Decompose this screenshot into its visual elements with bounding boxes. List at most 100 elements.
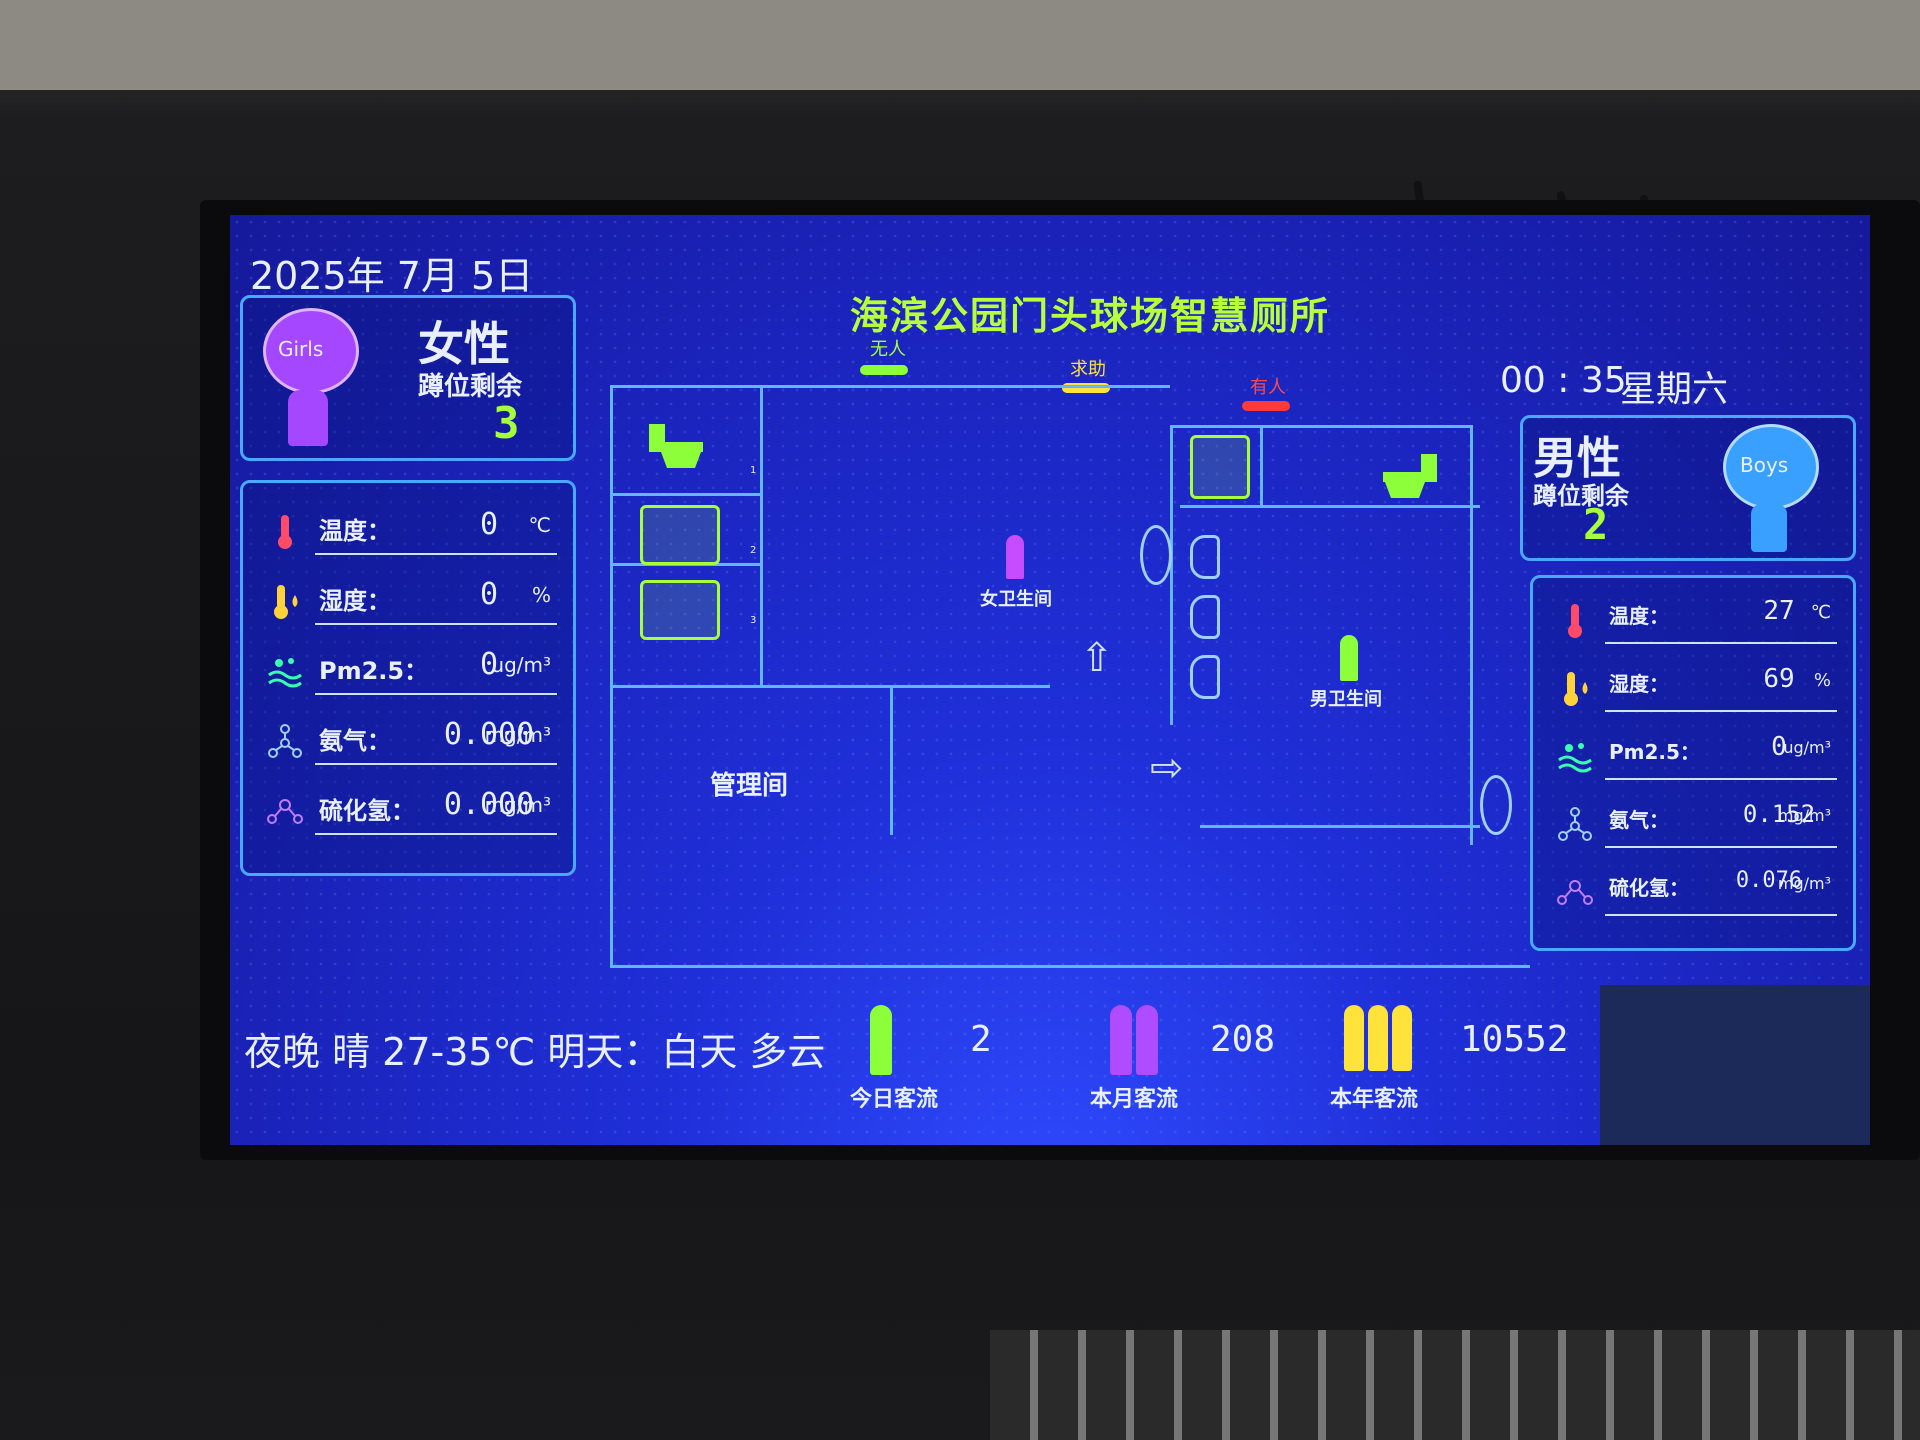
- flow-month-value: 208: [1210, 1019, 1276, 1060]
- girl-figure-icon: [288, 390, 328, 446]
- radiator-grille: [990, 1330, 1920, 1440]
- flow-year-value: 10552: [1460, 1019, 1569, 1060]
- legend-help-label: 求助: [1070, 359, 1106, 380]
- female-squat-toilet-3: [640, 580, 720, 640]
- group-icon-b: [1368, 1005, 1388, 1071]
- male-metric-temperature: 温度： 27 ℃: [1549, 592, 1837, 648]
- admin-room-label: 管理间: [710, 771, 789, 801]
- weather-ticker: 夜晚 晴 27-35℃ 明天：白天 多云: [244, 1030, 826, 1074]
- weekday-label: 星期六: [1620, 369, 1729, 410]
- metric-unit: ℃: [1810, 602, 1831, 623]
- metric-unit: mg/m³: [484, 723, 551, 747]
- boys-avatar: Boys: [1723, 424, 1819, 510]
- female-metric-pm25: Pm2.5： 0 ug/m³: [259, 643, 557, 699]
- arrow-right-icon: ⇨: [1150, 745, 1184, 791]
- two-people-icon-b: [1136, 1005, 1158, 1075]
- metric-label: 氨气：: [1609, 808, 1669, 832]
- female-metric-humidity: 湿度： 0 %: [259, 573, 557, 629]
- blank-panel: [1600, 985, 1870, 1145]
- female-toilet-1: [640, 415, 720, 475]
- plan-wall: [610, 385, 1170, 388]
- h2s-icon: [1555, 872, 1595, 912]
- metric-label: Pm2.5：: [1609, 740, 1700, 764]
- flow-month-label: 本月客流: [1090, 1087, 1179, 1112]
- metric-underline: [315, 833, 557, 835]
- flow-year: 10552 本年客流: [1330, 995, 1590, 1115]
- two-people-icon: [1110, 1005, 1132, 1075]
- metric-label: 硫化氢：: [319, 797, 415, 825]
- thermometer-icon: [1555, 600, 1595, 640]
- metric-unit: %: [1813, 670, 1831, 691]
- metric-underline: [1605, 710, 1837, 712]
- metric-label: 湿度：: [1609, 672, 1669, 696]
- plan-wall: [1470, 425, 1473, 845]
- flow-today: 2 今日客流: [850, 995, 1090, 1115]
- metric-label: Pm2.5：: [319, 657, 429, 685]
- legend-free-label: 无人: [870, 339, 906, 360]
- metric-underline: [315, 623, 557, 625]
- flow-today-label: 今日客流: [850, 1087, 939, 1112]
- plan-wall: [890, 685, 893, 835]
- metric-underline: [315, 553, 557, 555]
- plan-wall: [1170, 425, 1173, 725]
- male-metric-ammonia: 氨气： 0.152 mg/m³: [1549, 796, 1837, 852]
- metric-underline: [1605, 846, 1837, 848]
- girls-avatar: Girls: [263, 308, 359, 394]
- weather-ticker-box: 夜晚 晴 27-35℃ 明天：白天 多云: [230, 1015, 840, 1075]
- metric-unit: mg/m³: [1777, 874, 1831, 893]
- plan-wall: [610, 685, 1050, 688]
- male-squat-toilet-1: [1190, 435, 1250, 499]
- date-label: 2025年 7月 5日: [250, 254, 534, 298]
- male-room-label: 男卫生间: [1310, 689, 1382, 710]
- metric-unit: mg/m³: [1777, 806, 1831, 825]
- metric-label: 硫化氢：: [1609, 876, 1689, 900]
- female-metric-ammonia: 氨气： 0.000 mg/m³: [259, 713, 557, 769]
- stall-number: 3: [750, 615, 757, 626]
- stall-number: 1: [750, 465, 757, 476]
- thermometer-icon: [265, 511, 305, 551]
- man-figure-icon: [1340, 635, 1358, 681]
- metric-underline: [315, 693, 557, 695]
- metric-underline: [315, 763, 557, 765]
- female-remaining-count: 3: [493, 398, 520, 449]
- page-title: 海滨公园门头球场智慧厕所: [850, 294, 1331, 338]
- sink-icon: [1480, 775, 1512, 835]
- male-remaining-count: 2: [1583, 500, 1609, 549]
- metric-unit: ug/m³: [491, 653, 551, 677]
- male-metric-pm25: Pm2.5： 0 ug/m³: [1549, 728, 1837, 784]
- male-metric-h2s: 硫化氢： 0.076 mg/m³: [1549, 864, 1837, 920]
- boy-figure-icon: [1751, 504, 1787, 552]
- metric-unit: ℃: [528, 513, 551, 537]
- flow-today-value: 2: [970, 1019, 992, 1060]
- humidity-icon: [1555, 668, 1595, 708]
- person-icon: [870, 1005, 892, 1075]
- h2s-icon: [265, 791, 305, 831]
- plan-wall: [1200, 825, 1480, 828]
- male-metrics-panel: 温度： 27 ℃ 湿度： 69 % Pm2.5： 0 ug/m³ 氨气： 0.1…: [1530, 575, 1856, 951]
- male-remaining-label: 蹲位剩余: [1533, 482, 1629, 510]
- metric-unit: %: [531, 583, 551, 607]
- plan-wall: [610, 965, 1530, 968]
- girls-avatar-text: Girls: [278, 337, 324, 361]
- metric-unit: mg/m³: [484, 793, 551, 817]
- female-gender-label: 女性: [418, 317, 510, 371]
- pm25-icon: [265, 651, 305, 691]
- metric-label: 氨气：: [319, 727, 391, 755]
- female-room-label: 女卫生间: [980, 589, 1052, 610]
- ammonia-icon: [1555, 804, 1595, 844]
- metric-underline: [1605, 642, 1837, 644]
- male-toilet-2: [1370, 445, 1450, 505]
- floor-plan: 1 2 3 女卫生间 男卫生间 管理间 ⇧ ⇨: [610, 385, 1530, 985]
- male-metric-humidity: 湿度： 69 %: [1549, 660, 1837, 716]
- ammonia-icon: [265, 721, 305, 761]
- group-icon: [1344, 1005, 1364, 1071]
- male-summary-card: 男性 蹲位剩余 2 Boys: [1520, 415, 1856, 561]
- pm25-icon: [1555, 736, 1595, 776]
- plan-wall: [760, 385, 763, 685]
- flow-year-label: 本年客流: [1330, 1087, 1419, 1112]
- urinal-icon: [1190, 595, 1220, 639]
- plan-wall: [610, 493, 760, 496]
- group-icon-c: [1392, 1005, 1412, 1071]
- woman-figure-icon: [1006, 535, 1024, 579]
- plan-wall: [1260, 425, 1263, 505]
